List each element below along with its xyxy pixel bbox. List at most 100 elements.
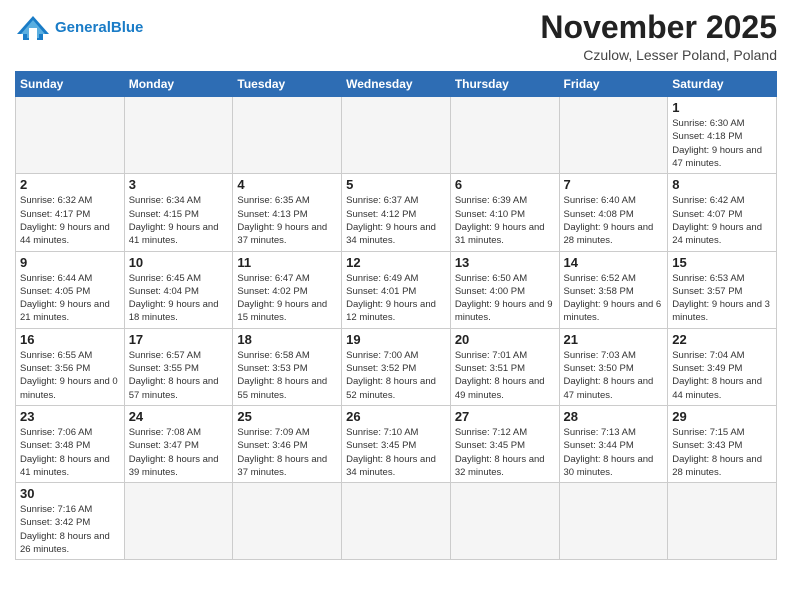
logo-icon (15, 14, 51, 42)
weekday-header-row: Sunday Monday Tuesday Wednesday Thursday… (16, 72, 777, 97)
day-number: 12 (346, 255, 446, 270)
table-row: 8 Sunrise: 6:42 AM Sunset: 4:07 PM Daylig… (668, 174, 777, 251)
table-row (124, 483, 233, 560)
day-number: 16 (20, 332, 120, 347)
table-row (668, 483, 777, 560)
header-wednesday: Wednesday (342, 72, 451, 97)
day-info: Sunrise: 6:58 AM Sunset: 3:53 PM Dayligh… (237, 349, 337, 402)
day-number: 18 (237, 332, 337, 347)
table-row: 19 Sunrise: 7:00 AM Sunset: 3:52 PM Dayli… (342, 328, 451, 405)
day-number: 4 (237, 177, 337, 192)
table-row: 12 Sunrise: 6:49 AM Sunset: 4:01 PM Dayli… (342, 251, 451, 328)
table-row: 2Sunrise: 6:32 AM Sunset: 4:17 PM Daylig… (16, 174, 125, 251)
day-info: Sunrise: 7:00 AM Sunset: 3:52 PM Dayligh… (346, 349, 446, 402)
day-info: Sunrise: 7:12 AM Sunset: 3:45 PM Dayligh… (455, 426, 555, 479)
header-monday: Monday (124, 72, 233, 97)
day-info: Sunrise: 6:55 AM Sunset: 3:56 PM Dayligh… (20, 349, 120, 402)
table-row (450, 483, 559, 560)
table-row: 7Sunrise: 6:40 AM Sunset: 4:08 PM Daylig… (559, 174, 668, 251)
day-info: Sunrise: 6:53 AM Sunset: 3:57 PM Dayligh… (672, 272, 772, 325)
table-row (559, 97, 668, 174)
month-title: November 2025 (540, 10, 777, 45)
table-row: 18 Sunrise: 6:58 AM Sunset: 3:53 PM Dayli… (233, 328, 342, 405)
table-row: 20Sunrise: 7:01 AM Sunset: 3:51 PM Dayli… (450, 328, 559, 405)
day-number: 8 (672, 177, 772, 192)
table-row: 23 Sunrise: 7:06 AM Sunset: 3:48 PM Dayli… (16, 405, 125, 482)
day-info: Sunrise: 7:09 AM Sunset: 3:46 PM Dayligh… (237, 426, 337, 479)
table-row (342, 483, 451, 560)
day-info: Sunrise: 7:04 AM Sunset: 3:49 PM Dayligh… (672, 349, 772, 402)
day-info: Sunrise: 7:16 AM Sunset: 3:42 PM Dayligh… (20, 503, 120, 556)
calendar-row: 30Sunrise: 7:16 AM Sunset: 3:42 PM Dayli… (16, 483, 777, 560)
table-row: 13Sunrise: 6:50 AM Sunset: 4:00 PM Dayli… (450, 251, 559, 328)
calendar-row: 9 Sunrise: 6:44 AM Sunset: 4:05 PM Daylig… (16, 251, 777, 328)
table-row: 4 Sunrise: 6:35 AM Sunset: 4:13 PM Daylig… (233, 174, 342, 251)
day-number: 22 (672, 332, 772, 347)
table-row: 30Sunrise: 7:16 AM Sunset: 3:42 PM Dayli… (16, 483, 125, 560)
day-number: 23 (20, 409, 120, 424)
day-info: Sunrise: 7:15 AM Sunset: 3:43 PM Dayligh… (672, 426, 772, 479)
day-number: 14 (564, 255, 664, 270)
table-row: 17Sunrise: 6:57 AM Sunset: 3:55 PM Dayli… (124, 328, 233, 405)
table-row: 22 Sunrise: 7:04 AM Sunset: 3:49 PM Dayli… (668, 328, 777, 405)
day-number: 1 (672, 100, 772, 115)
table-row: 9 Sunrise: 6:44 AM Sunset: 4:05 PM Daylig… (16, 251, 125, 328)
header-thursday: Thursday (450, 72, 559, 97)
day-info: Sunrise: 6:42 AM Sunset: 4:07 PM Dayligh… (672, 194, 772, 247)
logo-blue: Blue (111, 19, 144, 36)
day-number: 17 (129, 332, 229, 347)
day-info: Sunrise: 6:40 AM Sunset: 4:08 PM Dayligh… (564, 194, 664, 247)
header-friday: Friday (559, 72, 668, 97)
day-info: Sunrise: 6:30 AM Sunset: 4:18 PM Dayligh… (672, 117, 772, 170)
day-number: 24 (129, 409, 229, 424)
table-row (559, 483, 668, 560)
day-number: 3 (129, 177, 229, 192)
day-number: 15 (672, 255, 772, 270)
day-info: Sunrise: 6:47 AM Sunset: 4:02 PM Dayligh… (237, 272, 337, 325)
table-row: 6Sunrise: 6:39 AM Sunset: 4:10 PM Daylig… (450, 174, 559, 251)
table-row: 27Sunrise: 7:12 AM Sunset: 3:45 PM Dayli… (450, 405, 559, 482)
logo-general: General (55, 19, 111, 36)
table-row: 21 Sunrise: 7:03 AM Sunset: 3:50 PM Dayli… (559, 328, 668, 405)
day-info: Sunrise: 7:06 AM Sunset: 3:48 PM Dayligh… (20, 426, 120, 479)
table-row (124, 97, 233, 174)
day-number: 5 (346, 177, 446, 192)
title-area: November 2025 Czulow, Lesser Poland, Pol… (540, 10, 777, 63)
table-row: 29 Sunrise: 7:15 AM Sunset: 3:43 PM Dayli… (668, 405, 777, 482)
day-info: Sunrise: 7:10 AM Sunset: 3:45 PM Dayligh… (346, 426, 446, 479)
location-subtitle: Czulow, Lesser Poland, Poland (540, 47, 777, 63)
day-number: 10 (129, 255, 229, 270)
table-row: 1 Sunrise: 6:30 AM Sunset: 4:18 PM Daylig… (668, 97, 777, 174)
day-info: Sunrise: 6:49 AM Sunset: 4:01 PM Dayligh… (346, 272, 446, 325)
day-info: Sunrise: 7:08 AM Sunset: 3:47 PM Dayligh… (129, 426, 229, 479)
table-row: 5 Sunrise: 6:37 AM Sunset: 4:12 PM Daylig… (342, 174, 451, 251)
day-info: Sunrise: 7:03 AM Sunset: 3:50 PM Dayligh… (564, 349, 664, 402)
day-info: Sunrise: 7:01 AM Sunset: 3:51 PM Dayligh… (455, 349, 555, 402)
header-tuesday: Tuesday (233, 72, 342, 97)
day-number: 2 (20, 177, 120, 192)
table-row (450, 97, 559, 174)
table-row: 14Sunrise: 6:52 AM Sunset: 3:58 PM Dayli… (559, 251, 668, 328)
day-number: 19 (346, 332, 446, 347)
day-number: 21 (564, 332, 664, 347)
table-row: 24 Sunrise: 7:08 AM Sunset: 3:47 PM Dayli… (124, 405, 233, 482)
header-sunday: Sunday (16, 72, 125, 97)
logo-text: GeneralBlue (55, 20, 143, 37)
header: GeneralBlue November 2025 Czulow, Lesser… (15, 10, 777, 63)
logo: GeneralBlue (15, 14, 143, 42)
day-number: 9 (20, 255, 120, 270)
header-saturday: Saturday (668, 72, 777, 97)
table-row (233, 97, 342, 174)
day-info: Sunrise: 6:44 AM Sunset: 4:05 PM Dayligh… (20, 272, 120, 325)
table-row: 26 Sunrise: 7:10 AM Sunset: 3:45 PM Dayli… (342, 405, 451, 482)
table-row (16, 97, 125, 174)
table-row: 11Sunrise: 6:47 AM Sunset: 4:02 PM Dayli… (233, 251, 342, 328)
day-number: 26 (346, 409, 446, 424)
table-row: 28Sunrise: 7:13 AM Sunset: 3:44 PM Dayli… (559, 405, 668, 482)
page: GeneralBlue November 2025 Czulow, Lesser… (0, 0, 792, 612)
calendar-row: 2Sunrise: 6:32 AM Sunset: 4:17 PM Daylig… (16, 174, 777, 251)
day-info: Sunrise: 6:35 AM Sunset: 4:13 PM Dayligh… (237, 194, 337, 247)
day-info: Sunrise: 6:37 AM Sunset: 4:12 PM Dayligh… (346, 194, 446, 247)
day-number: 25 (237, 409, 337, 424)
day-number: 29 (672, 409, 772, 424)
